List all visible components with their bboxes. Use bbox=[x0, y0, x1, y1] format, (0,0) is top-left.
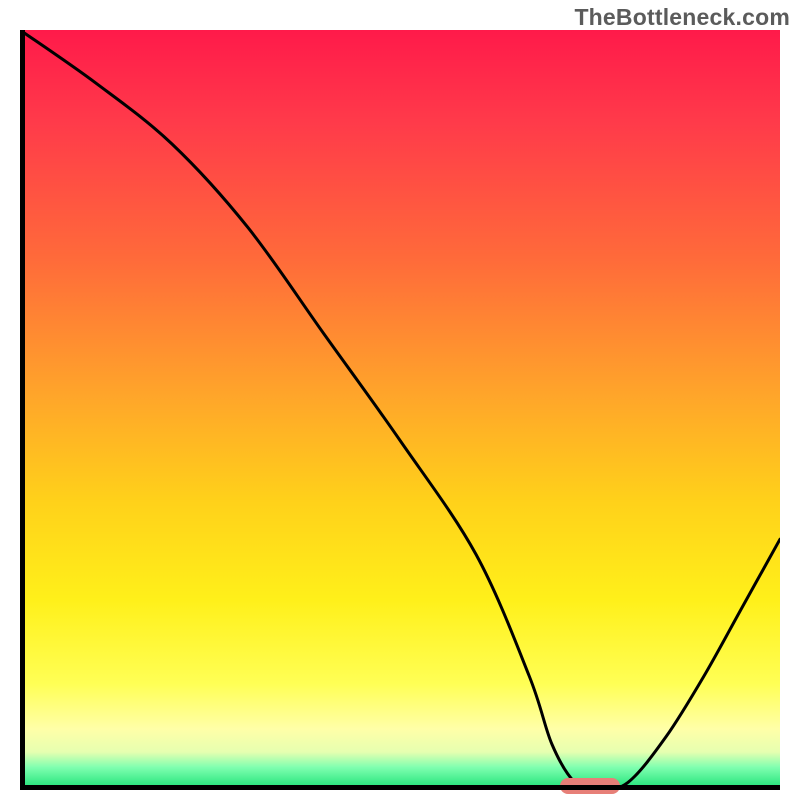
plot-area bbox=[20, 30, 780, 790]
x-axis-line bbox=[20, 785, 780, 790]
y-axis-line bbox=[20, 30, 25, 790]
watermark-text: TheBottleneck.com bbox=[574, 4, 790, 31]
bottleneck-curve bbox=[20, 30, 780, 790]
